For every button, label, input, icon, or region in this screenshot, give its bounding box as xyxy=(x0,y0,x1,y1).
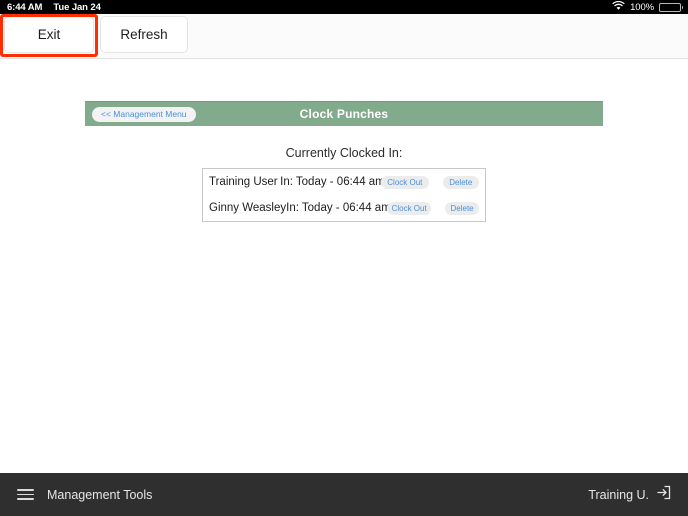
table-row: Training User In: Today - 06:44 am Clock… xyxy=(203,169,485,195)
clock-punch-table: Training User In: Today - 06:44 am Clock… xyxy=(202,168,486,222)
battery-percent: 100% xyxy=(630,1,654,13)
employee-name: Training User xyxy=(209,176,278,188)
punch-in-time: In: Today - 06:44 am xyxy=(280,176,385,188)
wifi-icon xyxy=(612,0,625,14)
page-header-bar: << Management Menu Clock Punches xyxy=(85,101,603,126)
status-bar-left: 6:44 AM Tue Jan 24 xyxy=(7,2,101,13)
status-bar-right: 100% xyxy=(612,0,683,14)
exit-button[interactable]: Exit xyxy=(4,16,94,53)
refresh-button[interactable]: Refresh xyxy=(100,16,188,53)
management-tools-menu[interactable]: Management Tools xyxy=(17,488,152,502)
app-toolbar: Exit Refresh xyxy=(0,14,688,59)
management-tools-label: Management Tools xyxy=(47,487,153,502)
delete-button[interactable]: Delete xyxy=(445,201,479,215)
battery-icon xyxy=(659,2,683,12)
page-content: << Management Menu Clock Punches Current… xyxy=(0,60,688,473)
current-user-label: Training U. xyxy=(588,487,649,502)
clock-out-button[interactable]: Clock Out xyxy=(381,175,429,189)
delete-button[interactable]: Delete xyxy=(442,175,479,189)
status-date: Tue Jan 24 xyxy=(53,1,101,13)
hamburger-icon[interactable] xyxy=(17,489,34,500)
user-account-button[interactable]: Training U. xyxy=(588,485,671,505)
punch-in-time: In: Today - 06:44 am xyxy=(286,202,391,214)
status-bar: 6:44 AM Tue Jan 24 100% xyxy=(0,0,688,14)
bottom-toolbar: Management Tools Training U. xyxy=(0,473,688,516)
status-time: 6:44 AM xyxy=(7,1,43,13)
clock-out-button[interactable]: Clock Out xyxy=(387,201,432,215)
table-row: Ginny Weasley In: Today - 06:44 am Clock… xyxy=(203,195,485,221)
section-label-currently-clocked-in: Currently Clocked In: xyxy=(285,146,403,160)
management-menu-back-button[interactable]: << Management Menu xyxy=(92,106,196,122)
employee-name: Ginny Weasley xyxy=(209,202,287,214)
sign-out-icon[interactable] xyxy=(656,485,671,505)
